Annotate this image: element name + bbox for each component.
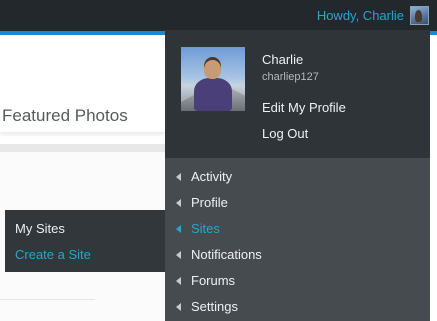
chevron-left-icon xyxy=(176,199,181,207)
submenu-item-create-site[interactable]: Create a Site xyxy=(15,247,91,262)
chevron-left-icon xyxy=(176,251,181,259)
chevron-left-icon xyxy=(176,225,181,233)
account-summary: Charlie charliep127 Edit My Profile Log … xyxy=(165,30,430,158)
chevron-left-icon xyxy=(176,173,181,181)
avatar-head-shape xyxy=(204,60,221,79)
nav-item-label: Notifications xyxy=(191,247,262,262)
chevron-left-icon xyxy=(176,303,181,311)
account-display-name[interactable]: Charlie xyxy=(262,52,303,67)
nav-item-label: Settings xyxy=(191,299,238,314)
admin-bar: Howdy, Charlie xyxy=(0,0,437,31)
account-username: charliep127 xyxy=(262,71,319,83)
nav-item-label: Profile xyxy=(191,195,228,210)
edit-profile-link[interactable]: Edit My Profile xyxy=(262,100,346,115)
nav-item-label: Activity xyxy=(191,169,233,184)
logout-link[interactable]: Log Out xyxy=(262,126,308,141)
profile-avatar[interactable] xyxy=(181,47,245,111)
page-heading: Featured Photos xyxy=(2,106,128,125)
nav-item-settings[interactable]: Settings xyxy=(165,294,430,320)
nav-item-activity[interactable]: Activity xyxy=(165,164,430,190)
user-avatar-icon xyxy=(410,6,429,25)
nav-item-forums[interactable]: Forums xyxy=(165,268,430,294)
content-divider xyxy=(0,299,95,300)
page-divider-band xyxy=(0,144,165,152)
my-account-toggle[interactable]: Howdy, Charlie xyxy=(317,0,429,31)
nav-item-sites[interactable]: Sites xyxy=(165,216,430,242)
nav-item-label: Forums xyxy=(191,273,236,288)
nav-item-notifications[interactable]: Notifications xyxy=(165,242,430,268)
chevron-left-icon xyxy=(176,277,181,285)
sites-submenu: My Sites Create a Site xyxy=(5,210,165,272)
nav-item-profile[interactable]: Profile xyxy=(165,190,430,216)
account-nav: Activity Profile Sites Notifications For… xyxy=(165,158,430,321)
account-dropdown: Charlie charliep127 Edit My Profile Log … xyxy=(165,30,430,321)
nav-item-label: Sites xyxy=(191,221,220,236)
submenu-item-my-sites[interactable]: My Sites xyxy=(15,221,65,236)
howdy-greeting: Howdy, Charlie xyxy=(316,8,404,23)
avatar-body-shape xyxy=(194,78,232,111)
